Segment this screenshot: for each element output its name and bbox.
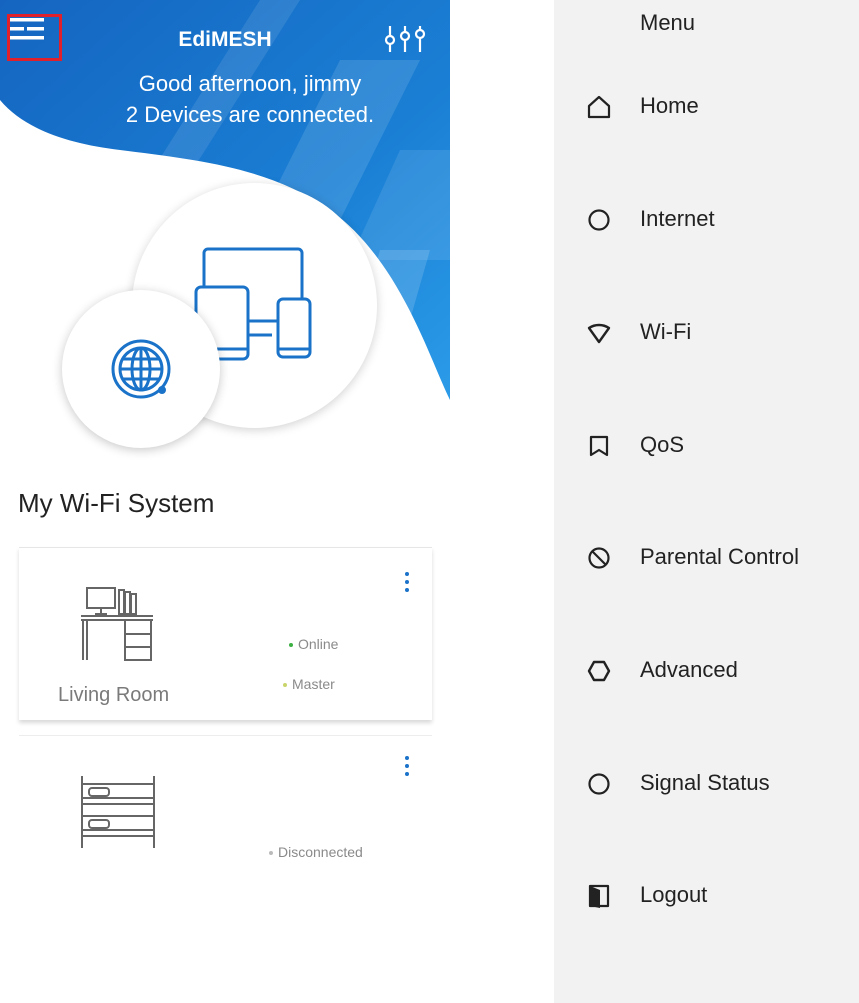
status-disconnected: Disconnected: [269, 844, 363, 860]
door-icon: [588, 884, 610, 908]
status-master: Master: [283, 676, 335, 692]
menu-item-label: Home: [640, 93, 699, 118]
sliders-icon: [384, 26, 426, 52]
wifi-shield-icon: [587, 323, 611, 344]
internet-circle[interactable]: [62, 290, 220, 448]
node-card-living-room[interactable]: Living Room Online Master: [19, 547, 432, 720]
disconnected-dot-icon: [269, 851, 273, 856]
node-card-bedroom[interactable]: Disconnected: [19, 735, 432, 886]
menu-item-label: QoS: [640, 432, 685, 457]
menu-item-logout[interactable]: Logout: [554, 871, 859, 919]
menu-item-signal-status[interactable]: Signal Status: [554, 759, 859, 807]
devices-status-text: 2 Devices are connected.: [125, 102, 375, 127]
online-dot-icon: [289, 643, 293, 648]
status-online: Online: [289, 636, 338, 652]
greeting-text: Good afternoon, jimmy: [138, 71, 362, 96]
node-name: Living Room: [58, 684, 170, 706]
menu-item-label: Signal Status: [640, 770, 770, 795]
menu-item-home[interactable]: Home: [554, 82, 859, 130]
globe-icon: [111, 339, 171, 399]
navigation-drawer: Menu Home Internet Wi-Fi QoS Parental Co…: [554, 0, 859, 1003]
master-dot-icon: [283, 683, 287, 688]
bunk-bed-icon: [81, 776, 155, 848]
hero-banner: EdiMESH Good afternoon, jimmy 2 Devices …: [0, 0, 450, 460]
menu-item-label: Parental Control: [640, 544, 799, 569]
main-screen: EdiMESH Good afternoon, jimmy 2 Devices …: [0, 0, 450, 1003]
more-options-icon[interactable]: [396, 568, 418, 598]
menu-item-label: Internet: [640, 206, 715, 231]
menu-item-qos[interactable]: QoS: [554, 421, 859, 469]
home-icon: [587, 95, 611, 119]
menu-item-advanced[interactable]: Advanced: [554, 646, 859, 694]
desk-icon: [81, 587, 153, 661]
block-icon: [588, 547, 610, 569]
menu-item-label: Wi-Fi: [640, 319, 692, 344]
bookmark-icon: [589, 435, 609, 457]
circle-icon: [588, 773, 610, 795]
settings-button[interactable]: [382, 24, 428, 54]
hexagon-icon: [587, 660, 611, 682]
menu-item-internet[interactable]: Internet: [554, 195, 859, 243]
menu-item-label: Advanced: [640, 657, 738, 682]
menu-title: Menu: [640, 10, 696, 35]
more-options-icon[interactable]: [396, 752, 418, 782]
menu-item-wifi[interactable]: Wi-Fi: [554, 308, 859, 356]
menu-item-label: Logout: [640, 882, 708, 907]
greeting-block: Good afternoon, jimmy 2 Devices are conn…: [0, 68, 450, 130]
section-title: My Wi-Fi System: [18, 488, 215, 518]
circle-icon: [588, 209, 610, 231]
menu-item-parental-control[interactable]: Parental Control: [554, 533, 859, 581]
